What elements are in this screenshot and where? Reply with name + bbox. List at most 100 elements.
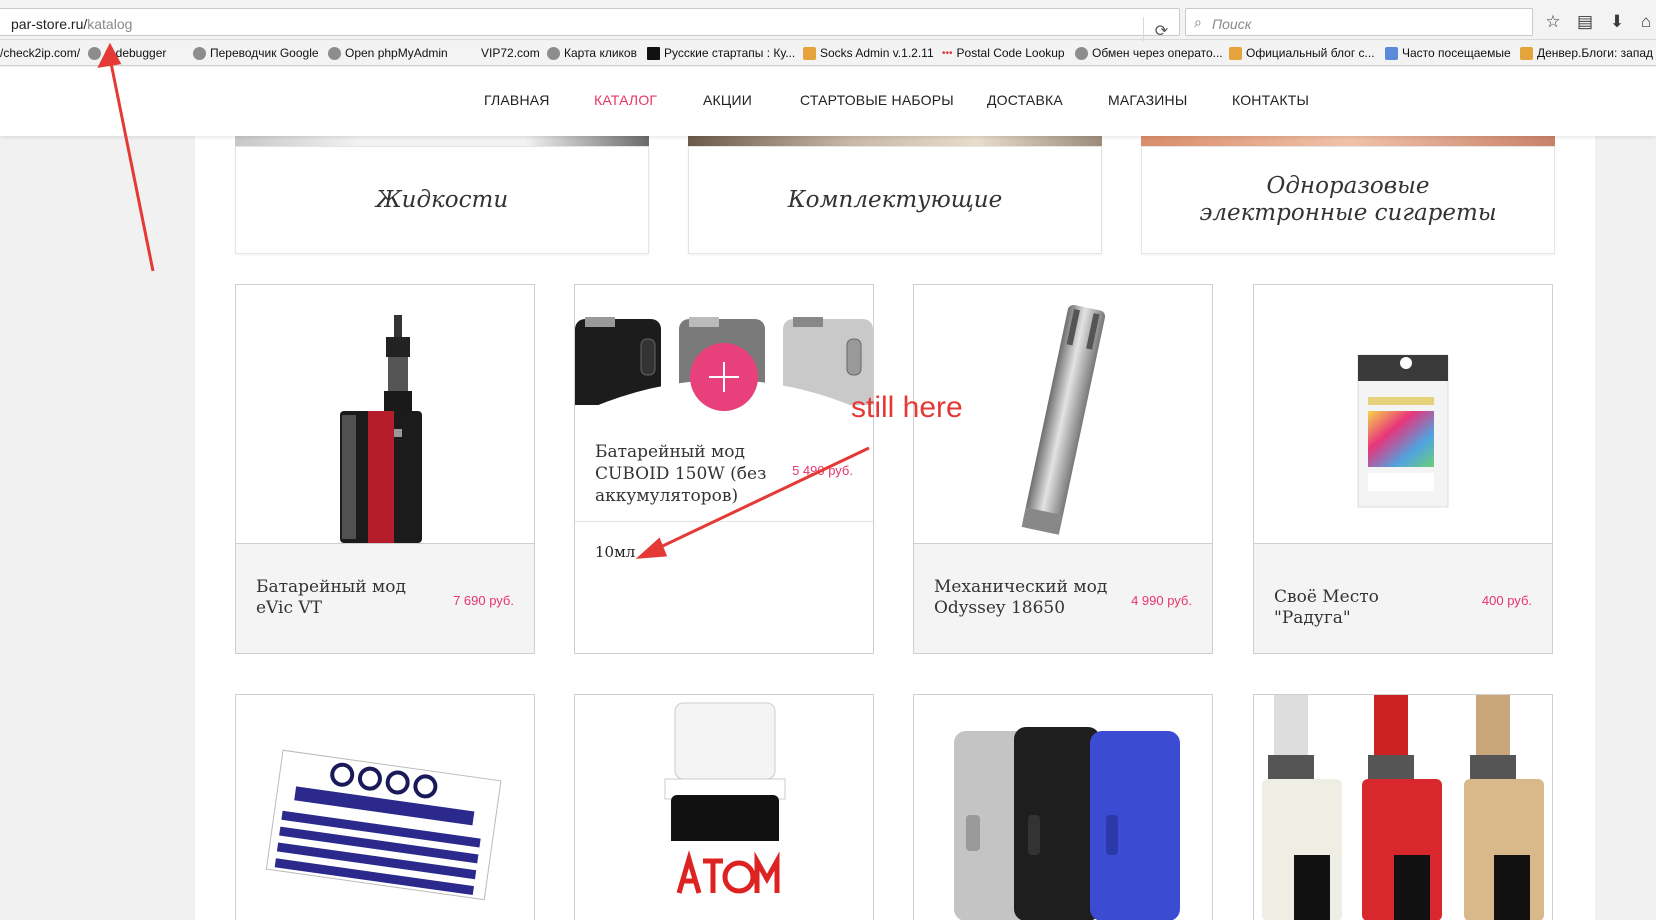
product-image bbox=[575, 695, 873, 920]
silicone-case-icon bbox=[954, 727, 1180, 920]
site-header: ГЛАВНАЯ КАТАЛОГ АКЦИИ СТАРТОВЫЕ НАБОРЫ Д… bbox=[0, 67, 1656, 136]
bookmark-label: rt debugger bbox=[105, 46, 167, 60]
category-image bbox=[235, 136, 649, 146]
category-image bbox=[1141, 136, 1555, 146]
bookmark-label: Open phpMyAdmin bbox=[345, 46, 448, 60]
search-input[interactable]: ⌕ Поиск bbox=[1185, 8, 1533, 36]
product-price: 5 490 руб. bbox=[792, 463, 853, 478]
add-to-cart-button[interactable] bbox=[690, 343, 758, 411]
product-info: Механический мод Odyssey 18650 4 990 руб… bbox=[914, 543, 1212, 653]
nav-contacts[interactable]: КОНТАКТЫ bbox=[1232, 92, 1309, 108]
nav-home[interactable]: ГЛАВНАЯ bbox=[484, 92, 550, 108]
category-components[interactable]: Комплектующие bbox=[688, 146, 1102, 254]
product-card-hovered[interactable]: Батарейный мод CUBOID 150W (без аккумуля… bbox=[574, 284, 874, 654]
product-image bbox=[914, 695, 1212, 920]
bookmark-item[interactable]: ••• Postal Code Lookup bbox=[942, 46, 1065, 60]
bookmark-label: Карта кликов bbox=[564, 46, 637, 60]
bookmark-item[interactable]: Переводчик Google bbox=[193, 46, 319, 60]
product-image bbox=[1254, 285, 1552, 543]
bookmark-item[interactable]: Денвер.Блоги: запад bbox=[1520, 46, 1653, 60]
product-name[interactable]: Батарейный мод CUBOID 150W (без аккумуля… bbox=[595, 441, 785, 507]
bookmark-item[interactable]: Socks Admin v.1.2.11 bbox=[803, 46, 934, 60]
product-price: 4 990 руб. bbox=[1131, 593, 1192, 608]
globe-icon bbox=[1075, 46, 1088, 60]
nav-stores[interactable]: МАГАЗИНЫ bbox=[1108, 92, 1187, 108]
globe-icon bbox=[547, 46, 560, 60]
bookmark-item[interactable]: Карта кликов bbox=[547, 46, 637, 60]
category-image bbox=[688, 136, 1102, 146]
bookmark-label: Переводчик Google bbox=[210, 46, 319, 60]
product-volume-option[interactable]: 10мл bbox=[595, 543, 635, 561]
browser-toolbar: par-store.ru/katalog ⟳ ⌕ Поиск ☆ ▤ ⬇ ⌂ bbox=[0, 0, 1656, 45]
folder-icon bbox=[1385, 46, 1398, 60]
download-icon[interactable]: ⬇ bbox=[1605, 10, 1629, 34]
bookmark-label: Socks Admin v.1.2.11 bbox=[820, 46, 934, 60]
bookmark-label: Русские стартапы : Ку... bbox=[664, 46, 796, 60]
bookmark-item[interactable]: /check2ip.com/ bbox=[0, 46, 80, 60]
bookmarks-bar: /check2ip.com/ rt debugger Переводчик Go… bbox=[0, 41, 1656, 66]
product-card[interactable]: Механический мод Odyssey 18650 4 990 руб… bbox=[913, 284, 1213, 654]
product-image bbox=[1254, 695, 1552, 920]
product-name[interactable]: Батарейный мод eVic VT bbox=[256, 577, 436, 619]
globe-icon bbox=[328, 46, 341, 60]
address-bar[interactable]: par-store.ru/katalog ⟳ bbox=[0, 8, 1180, 45]
mod-kit-icon bbox=[1262, 695, 1544, 920]
page-icon bbox=[647, 46, 660, 60]
nav-starter-kits[interactable]: СТАРТОВЫЕ НАБОРЫ bbox=[800, 92, 954, 108]
nav-catalog[interactable]: КАТАЛОГ bbox=[594, 92, 657, 108]
product-card[interactable] bbox=[913, 694, 1213, 920]
product-info: Батарейный мод eVic VT 7 690 руб. bbox=[236, 543, 534, 653]
divider bbox=[575, 521, 873, 522]
nav-promotions[interactable]: АКЦИИ bbox=[703, 92, 752, 108]
url-text: par-store.ru/katalog bbox=[11, 16, 132, 32]
product-name[interactable]: Механический мод Odyssey 18650 bbox=[934, 577, 1114, 619]
dots-icon: ••• bbox=[942, 47, 953, 59]
rss-icon bbox=[1229, 46, 1242, 60]
atom-bottle-icon bbox=[664, 702, 786, 920]
product-price: 7 690 руб. bbox=[453, 593, 514, 608]
annotation-label: still here bbox=[851, 391, 963, 424]
product-card[interactable]: Своё Место "Радуга" 400 руб. bbox=[1253, 284, 1553, 654]
nav-delivery[interactable]: ДОСТАВКА bbox=[987, 92, 1063, 108]
bookmark-label: Денвер.Блоги: запад bbox=[1537, 46, 1653, 60]
bookmark-item[interactable]: rt debugger bbox=[88, 46, 166, 60]
bookmark-label: Postal Code Lookup bbox=[956, 46, 1065, 60]
noqo-icon bbox=[265, 749, 502, 901]
url-path: katalog bbox=[87, 16, 133, 32]
bookmark-label: VIP72.com bbox=[481, 46, 540, 60]
evic-mod-icon bbox=[340, 315, 422, 543]
reading-list-icon[interactable]: ▤ bbox=[1573, 10, 1597, 34]
bookmark-item[interactable]: VIP72.com bbox=[481, 46, 540, 60]
url-domain: par-store.ru/ bbox=[11, 16, 88, 32]
product-info: Своё Место "Радуга" 400 руб. bbox=[1254, 543, 1552, 653]
product-image bbox=[236, 695, 534, 920]
category-disposable[interactable]: Одноразовые электронные сигареты bbox=[1141, 146, 1555, 254]
socks-icon bbox=[803, 46, 816, 60]
bookmark-item[interactable]: Русские стартапы : Ку... bbox=[647, 46, 795, 60]
bookmark-label: Официальный блог с... bbox=[1246, 46, 1375, 60]
globe-icon bbox=[88, 46, 101, 60]
bookmark-item[interactable]: Open phpMyAdmin bbox=[328, 46, 448, 60]
search-icon: ⌕ bbox=[1194, 14, 1202, 30]
product-card[interactable] bbox=[574, 694, 874, 920]
rss-icon bbox=[1520, 46, 1533, 60]
star-bookmark-icon[interactable]: ☆ bbox=[1541, 10, 1565, 34]
bookmark-item[interactable]: Обмен через операто... bbox=[1075, 46, 1223, 60]
raduga-liquid-box-icon bbox=[1357, 354, 1449, 508]
bookmark-label: Часто посещаемые bbox=[1402, 46, 1511, 60]
globe-icon bbox=[193, 46, 206, 60]
home-icon[interactable]: ⌂ bbox=[1634, 10, 1656, 34]
product-name[interactable]: Своё Место "Радуга" bbox=[1274, 587, 1454, 629]
bookmark-label: Обмен через операто... bbox=[1092, 46, 1223, 60]
product-card[interactable] bbox=[235, 694, 535, 920]
product-price: 400 руб. bbox=[1481, 593, 1532, 608]
search-placeholder: Поиск bbox=[1212, 16, 1252, 32]
product-card[interactable] bbox=[1253, 694, 1553, 920]
bookmark-item[interactable]: Официальный блог с... bbox=[1229, 46, 1375, 60]
product-image bbox=[236, 285, 534, 543]
category-liquids[interactable]: Жидкости bbox=[235, 146, 649, 254]
product-hover-details: Батарейный мод CUBOID 150W (без аккумуля… bbox=[575, 405, 873, 653]
bookmark-label: /check2ip.com/ bbox=[0, 46, 81, 60]
bookmark-item[interactable]: Часто посещаемые bbox=[1385, 46, 1511, 60]
product-card[interactable]: Батарейный мод eVic VT 7 690 руб. bbox=[235, 284, 535, 654]
